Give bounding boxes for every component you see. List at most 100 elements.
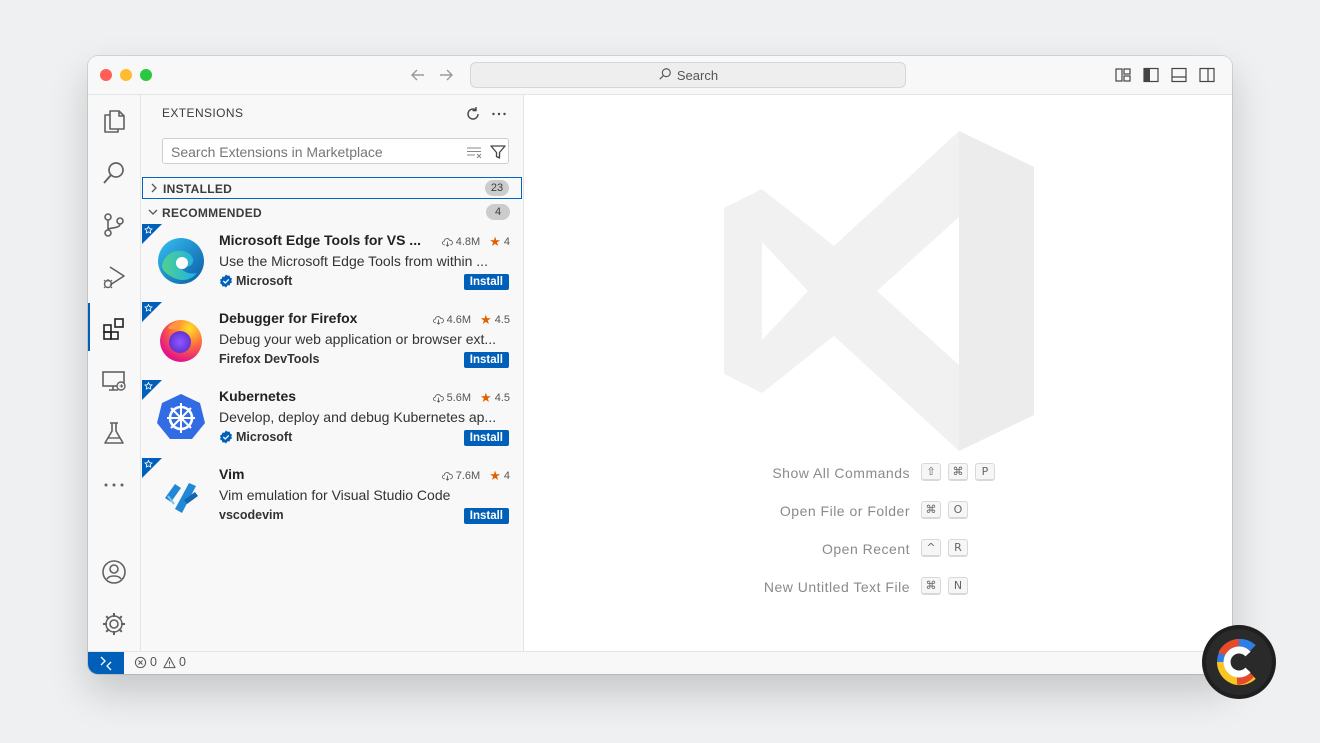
shortcut-label: Open File or Folder [779,503,910,519]
remote-explorer-icon[interactable] [100,367,128,395]
extension-stats: 4.8M ★ 4 [441,234,510,250]
shortcut-open-file-folder[interactable]: Open File or Folder ⌘ O [524,501,1232,521]
extensions-icon[interactable] [100,315,128,343]
more-icon[interactable] [100,471,128,499]
install-button[interactable]: Install [463,508,509,524]
key-p: P [975,463,995,481]
chevron-right-icon [148,182,160,194]
extension-publisher[interactable]: Microsoft [219,274,292,288]
download-cloud-icon [441,471,453,481]
toggle-primary-sidebar-icon[interactable] [1142,66,1160,84]
keybinding: ^ R [921,539,968,557]
keybinding: ⇧ ⌘ P [921,463,995,481]
install-button[interactable]: Install [463,430,509,446]
minimize-window-button[interactable] [120,69,132,81]
title-bar: Search [88,56,1232,95]
shortcut-label: New Untitled Text File [763,579,910,595]
warning-icon [163,656,176,668]
download-count: 4.8M [455,236,481,248]
publisher-name: Firefox DevTools [219,352,320,366]
clear-filter-icon[interactable] [466,144,482,165]
kubernetes-logo-icon [157,394,205,439]
extension-stats: 4.6M ★ 4.5 [432,312,510,328]
more-actions-icon[interactable] [490,105,508,123]
shortcut-show-all-commands[interactable]: Show All Commands ⇧ ⌘ P [524,463,1232,483]
shortcut-label: Open Recent [822,541,910,557]
shortcut-new-untitled-file[interactable]: New Untitled Text File ⌘ N [524,577,1232,597]
key-shift: ⇧ [921,463,941,481]
download-cloud-icon [432,315,444,325]
extension-description: Use the Microsoft Edge Tools from within… [219,253,488,269]
key-cmd: ⌘ [948,463,968,481]
rating-star-icon: ★ [489,468,501,483]
extensions-sidebar: EXTENSIONS INSTALLED 23 [141,95,524,651]
search-icon [658,67,672,84]
extension-publisher[interactable]: Microsoft [219,430,292,444]
extension-name: Vim [219,466,245,482]
extension-publisher[interactable]: Firefox DevTools [219,352,319,366]
key-n: N [948,577,968,595]
extension-stats: 7.6M ★ 4 [441,468,510,484]
extension-description: Develop, deploy and debug Kubernetes ap.… [219,409,497,425]
key-cmd: ⌘ [921,577,941,595]
extension-item-debugger-firefox[interactable]: Debugger for Firefox 4.6M ★ 4.5 Debug yo… [142,302,522,380]
key-ctrl: ^ [921,539,941,557]
section-recommended[interactable]: RECOMMENDED 4 [142,202,522,224]
run-debug-icon[interactable] [100,263,128,291]
edge-logo-icon [158,238,204,284]
extension-item-vim[interactable]: Vim 7.6M ★ 4 Vim emulation for Visual St… [142,458,522,536]
accounts-icon[interactable] [100,558,128,586]
refresh-icon[interactable] [464,105,482,123]
manage-gear-icon[interactable] [100,610,128,638]
rating-star-icon: ★ [480,312,492,327]
extensions-search-input[interactable] [169,143,453,161]
key-r: R [948,539,968,557]
download-count: 7.6M [455,470,481,482]
section-recommended-label: RECOMMENDED [162,206,262,220]
close-window-button[interactable] [100,69,112,81]
brand-badge-logo [1202,625,1276,699]
install-button[interactable]: Install [463,352,509,368]
explorer-icon[interactable] [100,107,128,135]
testing-icon[interactable] [100,419,128,447]
vscode-watermark-logo-icon [724,131,1034,451]
extension-item-kubernetes[interactable]: Kubernetes 5.6M ★ 4.5 Develop, deploy an… [142,380,522,458]
forward-arrow-icon[interactable] [436,65,456,85]
shortcut-open-recent[interactable]: Open Recent ^ R [524,539,1232,559]
chevron-down-icon [147,206,159,218]
error-icon [134,656,147,668]
verified-publisher-icon [220,274,232,288]
shortcut-label: Show All Commands [772,465,910,481]
extension-item-edge-tools[interactable]: Microsoft Edge Tools for VS ... 4.8M ★ 4… [142,224,522,302]
editor-welcome-area: Show All Commands ⇧ ⌘ P Open File or Fol… [524,95,1232,651]
command-center-search[interactable]: Search [470,62,906,88]
back-arrow-icon[interactable] [408,65,428,85]
problems-status[interactable]: 0 0 [134,655,186,669]
install-button[interactable]: Install [463,274,509,290]
section-installed[interactable]: INSTALLED 23 [142,177,522,199]
zoom-window-button[interactable] [140,69,152,81]
extension-name: Kubernetes [219,388,297,404]
status-bar: 0 0 [88,651,1232,674]
filter-icon[interactable] [489,143,507,166]
toggle-panel-icon[interactable] [1170,66,1188,84]
installed-count-badge: 23 [485,180,509,196]
active-indicator [88,303,90,351]
extension-description: Debug your web application or browser ex… [219,331,497,347]
vscode-window: Search EXTENSIONS Search Extensions in M… [88,56,1232,674]
keybinding: ⌘ N [921,577,968,595]
publisher-name: Microsoft [236,274,293,288]
remote-indicator-button[interactable] [88,652,124,674]
key-cmd: ⌘ [921,501,941,519]
download-cloud-icon [441,237,453,247]
extension-description: Vim emulation for Visual Studio Code [219,487,451,503]
search-icon[interactable] [100,159,128,187]
source-control-icon[interactable] [100,211,128,239]
rating-value: 4.5 [494,392,510,404]
customize-layout-icon[interactable] [1114,66,1132,84]
extensions-search-box [162,138,509,164]
extension-publisher[interactable]: vscodevim [219,508,284,522]
download-count: 5.6M [446,392,472,404]
download-cloud-icon [432,393,444,403]
toggle-secondary-sidebar-icon[interactable] [1198,66,1216,84]
